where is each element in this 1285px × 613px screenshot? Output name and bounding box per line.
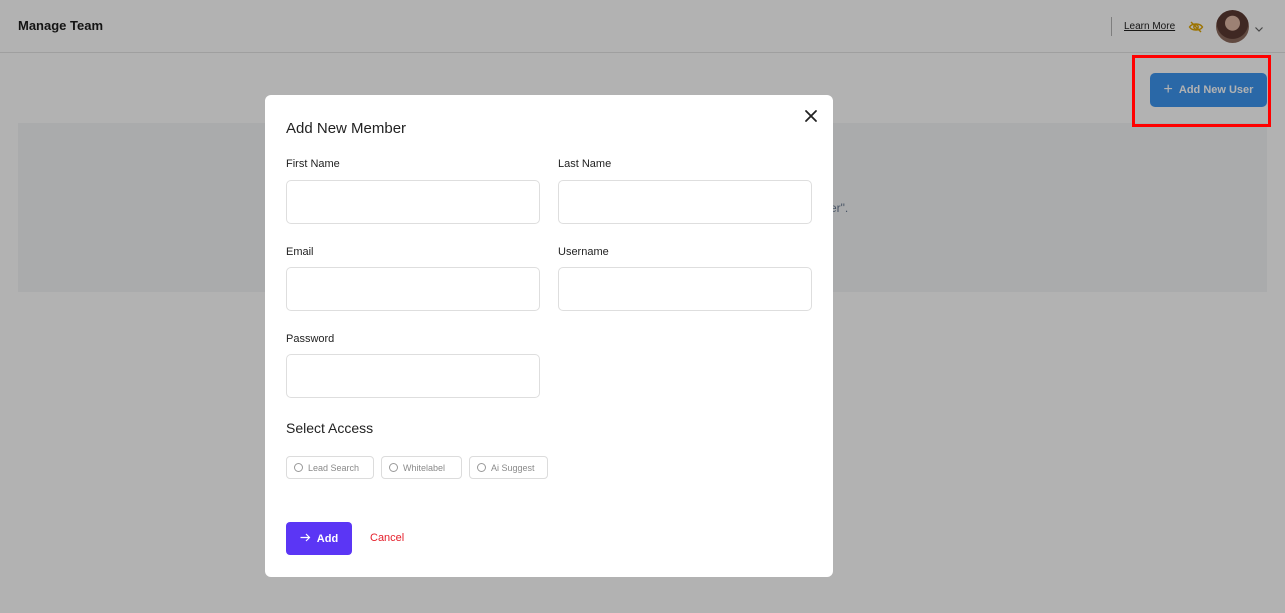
radio-icon (294, 463, 303, 472)
access-option-lead-search[interactable]: Lead Search (286, 456, 374, 479)
close-icon[interactable] (800, 105, 822, 127)
select-access-title: Select Access (286, 420, 374, 436)
radio-icon (389, 463, 398, 472)
add-member-modal: Add New Member First Name Last Name Emai… (265, 95, 833, 577)
password-label: Password (286, 333, 335, 345)
password-input[interactable] (286, 354, 540, 398)
last-name-input[interactable] (558, 180, 812, 224)
access-option-label: Lead Search (308, 462, 360, 473)
modal-title: Add New Member (286, 120, 407, 137)
access-option-label: Whitelabel (403, 462, 446, 473)
username-input[interactable] (558, 267, 812, 311)
add-button[interactable]: Add (286, 522, 352, 555)
highlight-annotation-box (1132, 55, 1271, 127)
last-name-label: Last Name (558, 158, 612, 170)
first-name-input[interactable] (286, 180, 540, 224)
access-option-ai-suggest[interactable]: Ai Suggest (469, 456, 548, 479)
username-label: Username (558, 246, 609, 258)
first-name-label: First Name (286, 158, 340, 170)
email-label: Email (286, 246, 314, 258)
add-button-label: Add (316, 532, 339, 545)
radio-icon (477, 463, 486, 472)
cancel-button[interactable]: Cancel (370, 532, 404, 544)
access-option-whitelabel[interactable]: Whitelabel (381, 456, 462, 479)
arrow-right-icon (300, 533, 311, 545)
access-option-label: Ai Suggest (491, 462, 535, 473)
email-input[interactable] (286, 267, 540, 311)
